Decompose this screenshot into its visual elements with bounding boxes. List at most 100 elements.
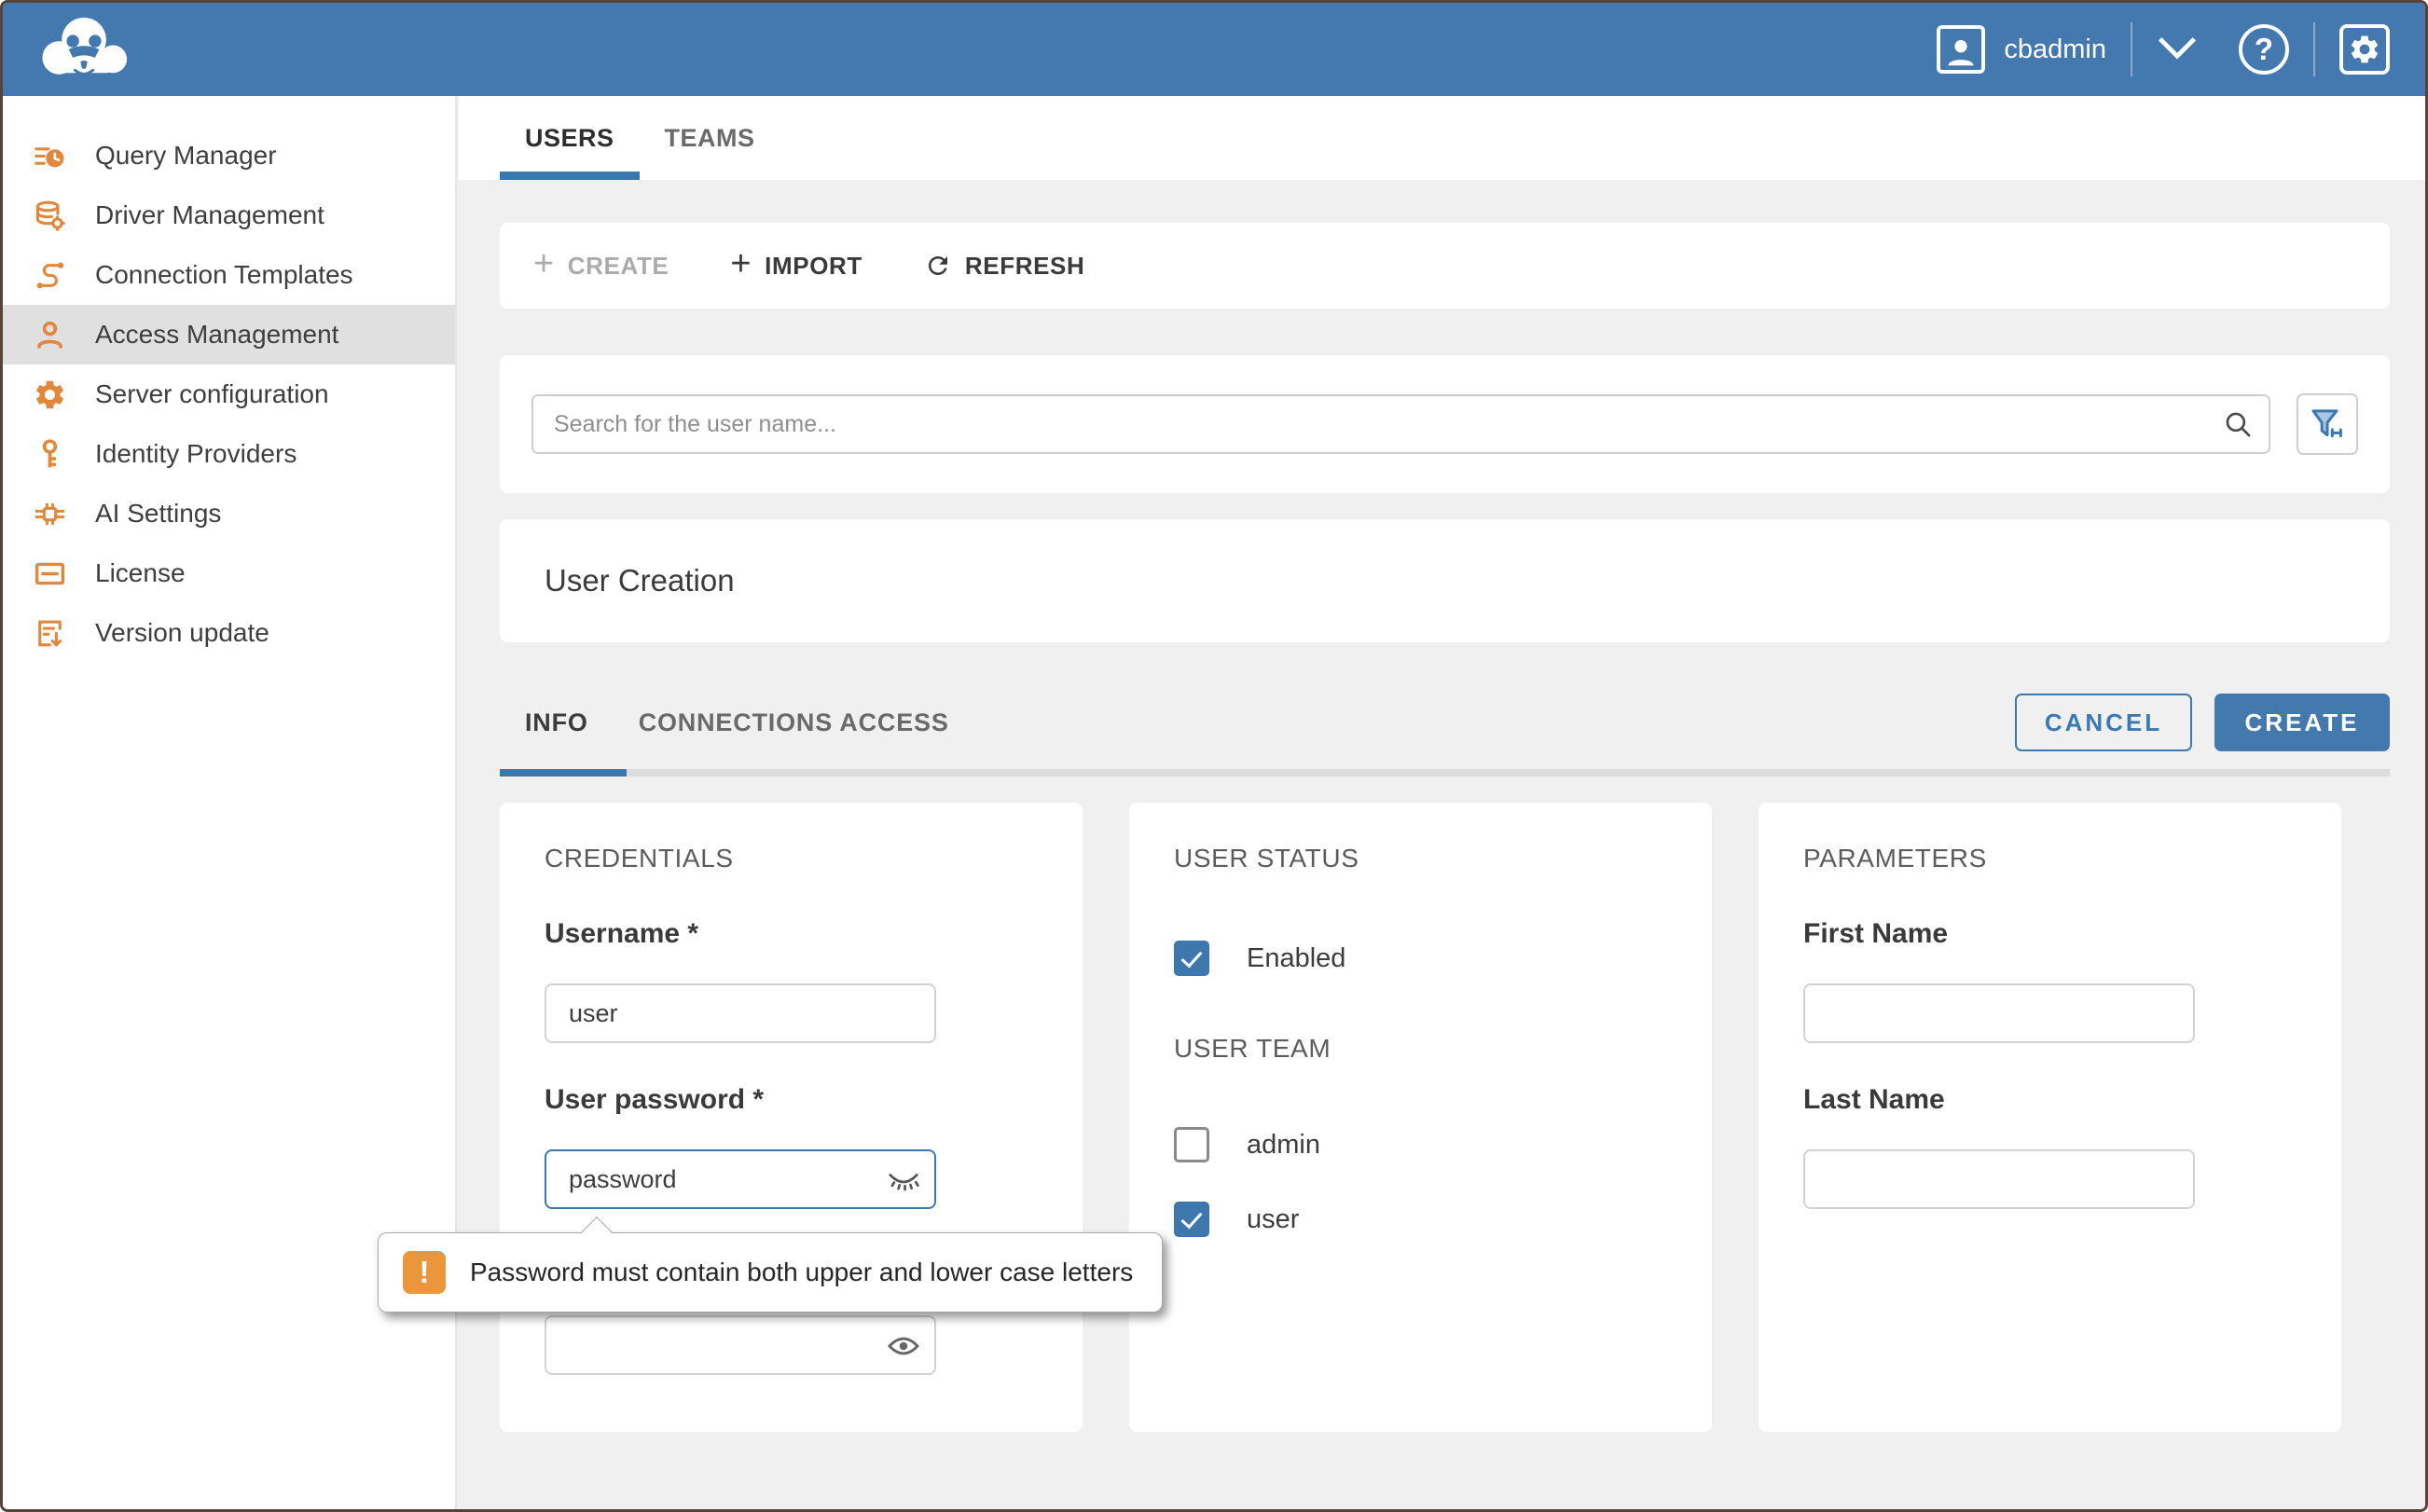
team-admin-label: admin xyxy=(1247,1130,1320,1161)
version-update-icon xyxy=(33,616,67,651)
sidebar-item-server-configuration[interactable]: Server configuration xyxy=(3,364,455,424)
team-user-label: user xyxy=(1247,1204,1299,1235)
topbar: cbadmin ? xyxy=(3,3,2425,96)
search-icon xyxy=(2222,408,2254,440)
topbar-divider xyxy=(2131,22,2132,76)
plus-icon: + xyxy=(730,246,752,282)
access-management-icon xyxy=(33,318,67,352)
main-tabbar: USERS TEAMS xyxy=(459,96,2425,180)
password-wrap xyxy=(545,1149,936,1209)
username-wrap xyxy=(545,983,936,1043)
warning-icon: ! xyxy=(403,1251,446,1294)
sidebar-item-label: Version update xyxy=(95,618,269,648)
tooltip-text: Password must contain both upper and low… xyxy=(470,1258,1133,1287)
password-label: User password * xyxy=(545,1084,1038,1116)
sidebar-item-identity-providers[interactable]: Identity Providers xyxy=(3,424,455,484)
cancel-button[interactable]: CANCEL xyxy=(2015,694,2192,751)
first-name-wrap xyxy=(1803,983,2195,1043)
enabled-checkbox[interactable] xyxy=(1174,941,1209,976)
enabled-checkbox-row: Enabled xyxy=(1174,941,1667,976)
sidebar-item-label: License xyxy=(95,558,186,588)
credentials-panel: CREDENTIALS Username * User password * xyxy=(500,803,1083,1432)
last-name-wrap xyxy=(1803,1149,2195,1209)
toolbar: + CREATE + IMPORT REFRESH xyxy=(500,223,2390,309)
eye-off-icon[interactable] xyxy=(886,1166,921,1194)
team-user-row: user xyxy=(1174,1202,1667,1237)
parameters-panel: PARAMETERS First Name Last Name xyxy=(1759,803,2341,1432)
sidebar-item-connection-templates[interactable]: Connection Templates xyxy=(3,245,455,305)
form-panels: CREDENTIALS Username * User password * xyxy=(500,803,2390,1432)
parameters-header: PARAMETERS xyxy=(1803,844,2297,873)
chevron-down-icon[interactable] xyxy=(2157,35,2198,64)
refresh-button[interactable]: REFRESH xyxy=(924,252,1084,281)
tab-teams[interactable]: TEAMS xyxy=(640,96,780,180)
license-icon xyxy=(33,557,67,591)
import-button-label: IMPORT xyxy=(765,252,862,281)
filter-button[interactable] xyxy=(2297,393,2358,455)
team-user-checkbox[interactable] xyxy=(1174,1202,1209,1237)
tab-connections-access[interactable]: CONNECTIONS ACCESS xyxy=(614,693,974,752)
confirm-password-field[interactable] xyxy=(545,1315,936,1375)
driver-management-icon xyxy=(33,199,67,233)
topbar-actions: cbadmin ? xyxy=(1937,22,2390,76)
password-validation-tooltip: ! Password must contain both upper and l… xyxy=(378,1232,1163,1313)
user-status-panel: USER STATUS Enabled USER TEAM admin user xyxy=(1129,803,1712,1432)
first-name-field[interactable] xyxy=(1803,983,2195,1043)
sidebar-item-ai-settings[interactable]: AI Settings xyxy=(3,484,455,543)
ai-settings-icon xyxy=(33,497,67,531)
last-name-field[interactable] xyxy=(1803,1149,2195,1209)
settings-gear-icon[interactable] xyxy=(2339,24,2390,75)
create-user-button[interactable]: CREATE xyxy=(2214,694,2390,751)
tab-info[interactable]: INFO xyxy=(500,693,614,752)
plus-icon: + xyxy=(533,246,555,282)
sidebar-item-driver-management[interactable]: Driver Management xyxy=(3,186,455,245)
sidebar-item-label: Driver Management xyxy=(95,200,324,230)
form-tab-active-indicator xyxy=(500,769,627,777)
server-configuration-icon xyxy=(33,378,67,412)
filter-funnel-icon xyxy=(2309,405,2346,443)
import-button[interactable]: + IMPORT xyxy=(730,248,862,283)
user-creation-card: User Creation xyxy=(500,519,2390,642)
form-tab-track xyxy=(500,769,2390,777)
sidebar-item-license[interactable]: License xyxy=(3,543,455,603)
help-icon[interactable]: ? xyxy=(2239,24,2289,75)
query-manager-icon xyxy=(33,139,67,173)
page-title: User Creation xyxy=(545,563,735,598)
credentials-header: CREDENTIALS xyxy=(545,844,1038,873)
team-admin-checkbox[interactable] xyxy=(1174,1127,1209,1162)
topbar-divider xyxy=(2313,22,2315,76)
form-actions: CANCEL CREATE xyxy=(2015,694,2390,751)
sidebar-item-label: Connection Templates xyxy=(95,260,353,290)
last-name-label: Last Name xyxy=(1803,1084,2297,1116)
create-button-label: CREATE xyxy=(568,252,669,281)
sidebar-item-label: Query Manager xyxy=(95,141,277,171)
sidebar-item-label: Identity Providers xyxy=(95,439,297,469)
identity-providers-icon xyxy=(33,437,67,472)
sidebar-item-label: AI Settings xyxy=(95,499,221,529)
tab-teams-label: TEAMS xyxy=(665,124,755,153)
username-label: Username * xyxy=(545,918,1038,950)
cloudbeaver-logo-icon xyxy=(38,13,135,86)
username-field[interactable] xyxy=(545,983,936,1043)
user-status-header: USER STATUS xyxy=(1174,844,1667,873)
user-avatar[interactable] xyxy=(1937,25,1985,74)
first-name-label: First Name xyxy=(1803,918,2297,950)
user-team-header: USER TEAM xyxy=(1174,1034,1667,1064)
password-field[interactable] xyxy=(545,1149,936,1209)
sidebar-item-access-management[interactable]: Access Management xyxy=(3,305,455,364)
create-button[interactable]: + CREATE xyxy=(533,248,669,283)
app-window: cbadmin ? Query Manager xyxy=(0,0,2428,1512)
search-input[interactable] xyxy=(531,394,2270,454)
enabled-label: Enabled xyxy=(1247,943,1345,974)
search-wrap xyxy=(531,394,2270,454)
connection-templates-icon xyxy=(33,258,67,293)
confirm-password-wrap xyxy=(545,1315,936,1375)
eye-icon[interactable] xyxy=(886,1332,921,1360)
tab-users[interactable]: USERS xyxy=(500,96,640,180)
refresh-icon xyxy=(924,252,952,280)
tab-info-label: INFO xyxy=(525,708,588,737)
sidebar-item-version-update[interactable]: Version update xyxy=(3,603,455,663)
sidebar-item-query-manager[interactable]: Query Manager xyxy=(3,126,455,186)
tab-users-label: USERS xyxy=(525,124,614,153)
search-section xyxy=(500,355,2390,493)
